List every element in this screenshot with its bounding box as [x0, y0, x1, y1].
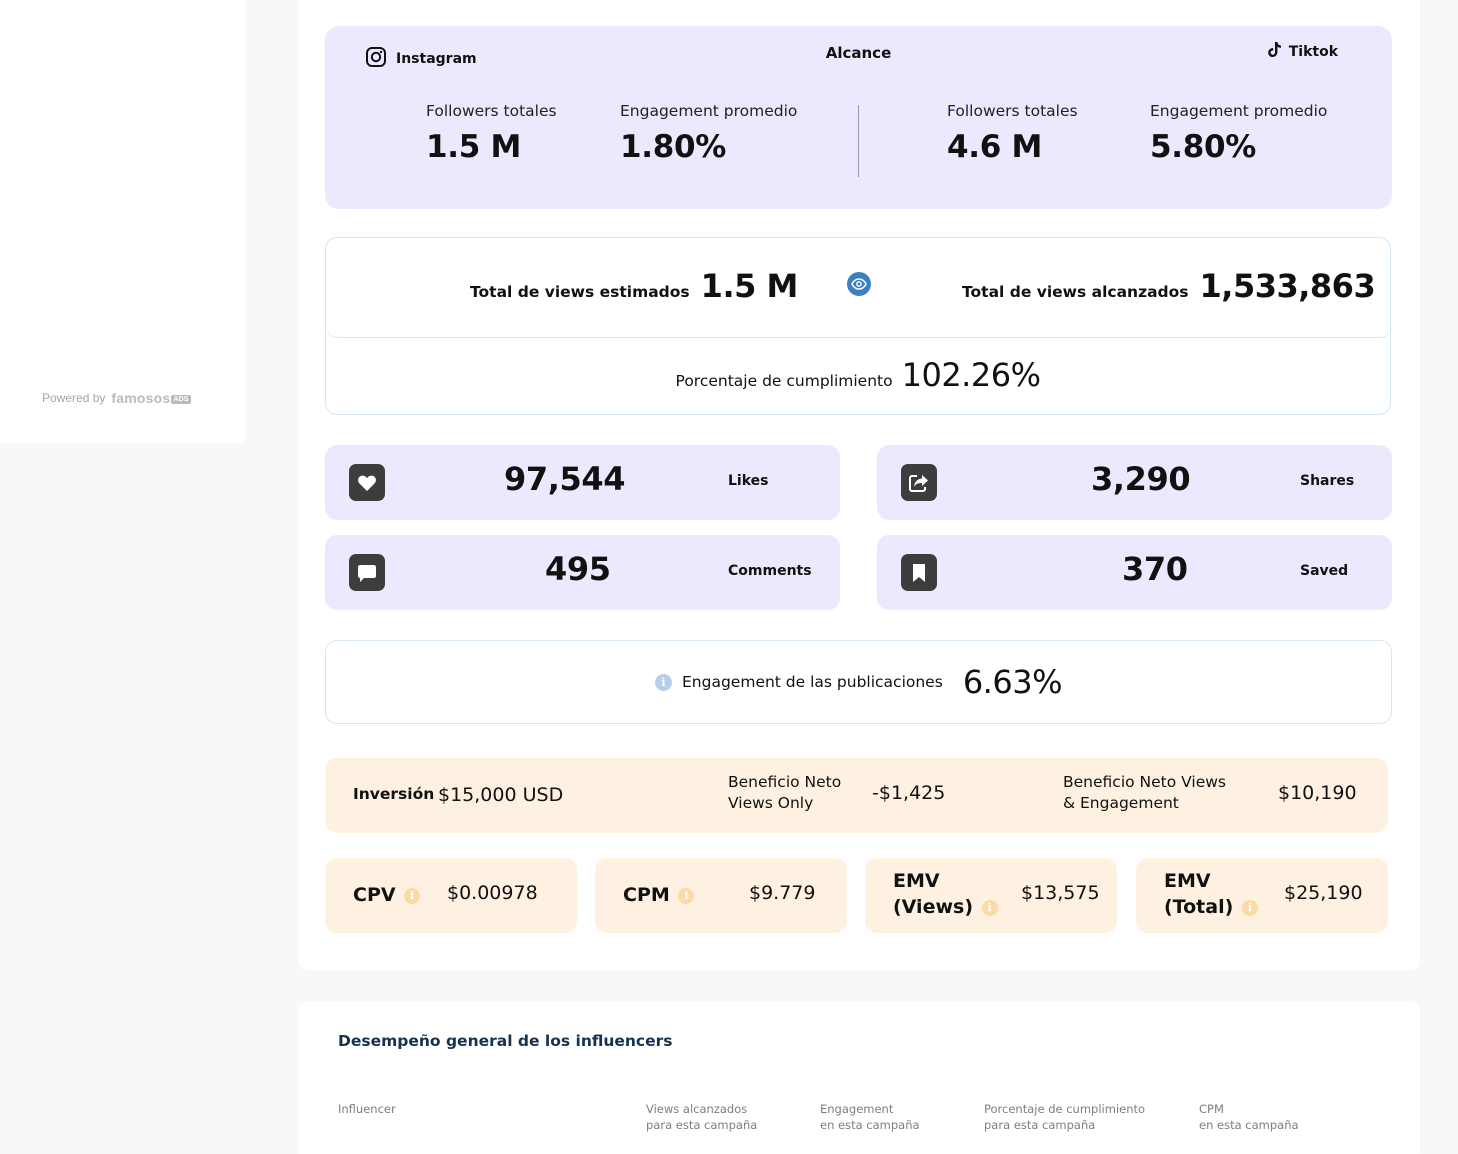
cpv-label-text: CPV [353, 884, 396, 906]
likes-label: Likes [728, 473, 769, 489]
instagram-engagement-value: 1.80% [620, 129, 727, 165]
compliance-value: 102.26% [901, 356, 1041, 394]
engagement-panel: i Engagement de las publicaciones 6.63% [325, 640, 1392, 724]
emv-total-label: EMV (Total) i [1164, 868, 1258, 920]
net-views-value: -$1,425 [872, 782, 946, 804]
net-total-label-line2: & Engagement [1063, 794, 1179, 812]
column-header-engagement[interactable]: Engagement en esta campaña [820, 1101, 920, 1133]
share-icon [901, 464, 937, 501]
comments-label: Comments [728, 563, 812, 579]
column-header-cpm[interactable]: CPM en esta campaña [1199, 1101, 1299, 1133]
emv-views-tile: EMV (Views) i $13,575 [865, 858, 1117, 933]
comment-icon [349, 554, 385, 591]
compliance: Porcentaje de cumplimiento 102.26% [326, 356, 1390, 394]
investment-panel: Inversión $15,000 USD Beneficio Neto Vie… [325, 758, 1388, 833]
info-icon[interactable]: i [1241, 899, 1258, 916]
instagram-followers-label: Followers totales [426, 102, 557, 120]
emv-total-label-line1: EMV [1164, 870, 1211, 892]
net-total-label: Beneficio Neto Views & Engagement [1063, 772, 1226, 814]
sidebar: Powered by famosos ADS [0, 0, 246, 443]
net-views-label: Beneficio Neto Views Only [728, 772, 841, 814]
net-views-label-line2: Views Only [728, 794, 814, 812]
instagram-followers: Followers totales 1.5 M [426, 102, 557, 165]
shares-tile: 3,290 Shares [877, 445, 1392, 520]
emv-views-value: $13,575 [1021, 882, 1100, 904]
tiktok-engagement-label: Engagement promedio [1150, 102, 1328, 120]
engagement-value: 6.63% [962, 663, 1063, 701]
bookmark-icon [901, 554, 937, 591]
likes-tile: 97,544 Likes [325, 445, 840, 520]
emv-total-label-line2: (Total) [1164, 896, 1234, 918]
comments-value: 495 [545, 550, 611, 588]
emv-total-tile: EMV (Total) i $25,190 [1136, 858, 1388, 933]
cpm-label: CPM i [623, 882, 695, 908]
powered-by-text: Powered by [42, 391, 106, 405]
tiktok-engagement-value: 5.80% [1150, 129, 1257, 165]
heart-icon [349, 464, 385, 501]
compliance-label: Porcentaje de cumplimiento [675, 372, 893, 390]
famosos-logo-text: famosos [111, 390, 171, 406]
emv-views-label-line1: EMV [893, 870, 940, 892]
column-header-views[interactable]: Views alcanzados para esta campaña [646, 1101, 757, 1133]
saved-tile: 370 Saved [877, 535, 1392, 610]
investment-value: $15,000 USD [438, 784, 564, 806]
famosos-logo: famosos ADS [111, 390, 191, 406]
instagram-engagement-label: Engagement promedio [620, 102, 798, 120]
estimated-views-label: Total de views estimados [470, 283, 690, 301]
estimated-views: Total de views estimados 1.5 M [470, 267, 798, 305]
net-views-label-line1: Beneficio Neto [728, 773, 842, 791]
powered-by: Powered by famosos ADS [42, 390, 191, 406]
tiktok-followers: Followers totales 4.6 M [947, 102, 1078, 165]
ads-badge: ADS [171, 394, 191, 404]
tiktok-icon [1267, 41, 1283, 62]
reach-divider [858, 105, 859, 177]
comments-tile: 495 Comments [325, 535, 840, 610]
likes-value: 97,544 [504, 460, 626, 498]
shares-label: Shares [1300, 473, 1355, 489]
instagram-engagement: Engagement promedio 1.80% [620, 102, 797, 165]
reach-panel: Instagram Alcance Tiktok Followers total… [325, 26, 1392, 209]
column-header-compliance[interactable]: Porcentaje de cumplimiento para esta cam… [984, 1101, 1145, 1133]
reached-views-label: Total de views alcanzados [962, 283, 1189, 301]
reached-views: Total de views alcanzados 1,533,863 [962, 267, 1376, 305]
cpv-tile: CPV i $0.00978 [325, 858, 577, 933]
investment-label: Inversión [353, 785, 435, 803]
column-header-influencer[interactable]: Influencer [338, 1101, 396, 1117]
net-total-label-line1: Beneficio Neto Views [1063, 773, 1227, 791]
reached-views-value: 1,533,863 [1199, 267, 1376, 305]
influencer-performance-card: Desempeño general de los influencers Inf… [298, 1001, 1420, 1154]
cpm-label-text: CPM [623, 884, 670, 906]
estimated-views-value: 1.5 M [700, 267, 799, 305]
reach-title: Alcance [825, 44, 892, 62]
tiktok-engagement: Engagement promedio 5.80% [1150, 102, 1327, 165]
info-icon[interactable]: i [678, 887, 695, 904]
saved-label: Saved [1300, 563, 1349, 579]
tiktok-label: Tiktok [1288, 43, 1338, 60]
cpm-value: $9.779 [749, 882, 816, 904]
saved-value: 370 [1122, 550, 1188, 588]
engagement-label: Engagement de las publicaciones [682, 673, 943, 691]
cpm-tile: CPM i $9.779 [595, 858, 847, 933]
info-icon[interactable]: i [655, 673, 673, 691]
emv-views-label: EMV (Views) i [893, 868, 998, 920]
tiktok-followers-label: Followers totales [947, 102, 1078, 120]
info-icon[interactable]: i [404, 887, 421, 904]
cpv-value: $0.00978 [447, 882, 538, 904]
tiktok-header: Tiktok [1267, 41, 1338, 62]
info-icon[interactable]: i [981, 899, 998, 916]
emv-views-label-line2: (Views) [893, 896, 973, 918]
tiktok-followers-value: 4.6 M [947, 129, 1043, 165]
cpv-label: CPV i [353, 882, 421, 908]
instagram-followers-value: 1.5 M [426, 129, 522, 165]
emv-total-value: $25,190 [1284, 882, 1363, 904]
performance-title: Desempeño general de los influencers [338, 1032, 673, 1050]
eye-icon[interactable] [847, 272, 871, 296]
shares-value: 3,290 [1091, 460, 1191, 498]
views-panel: Total de views estimados 1.5 M Total de … [325, 237, 1392, 415]
views-top: Total de views estimados 1.5 M Total de … [326, 238, 1392, 338]
net-total-value: $10,190 [1278, 782, 1357, 804]
